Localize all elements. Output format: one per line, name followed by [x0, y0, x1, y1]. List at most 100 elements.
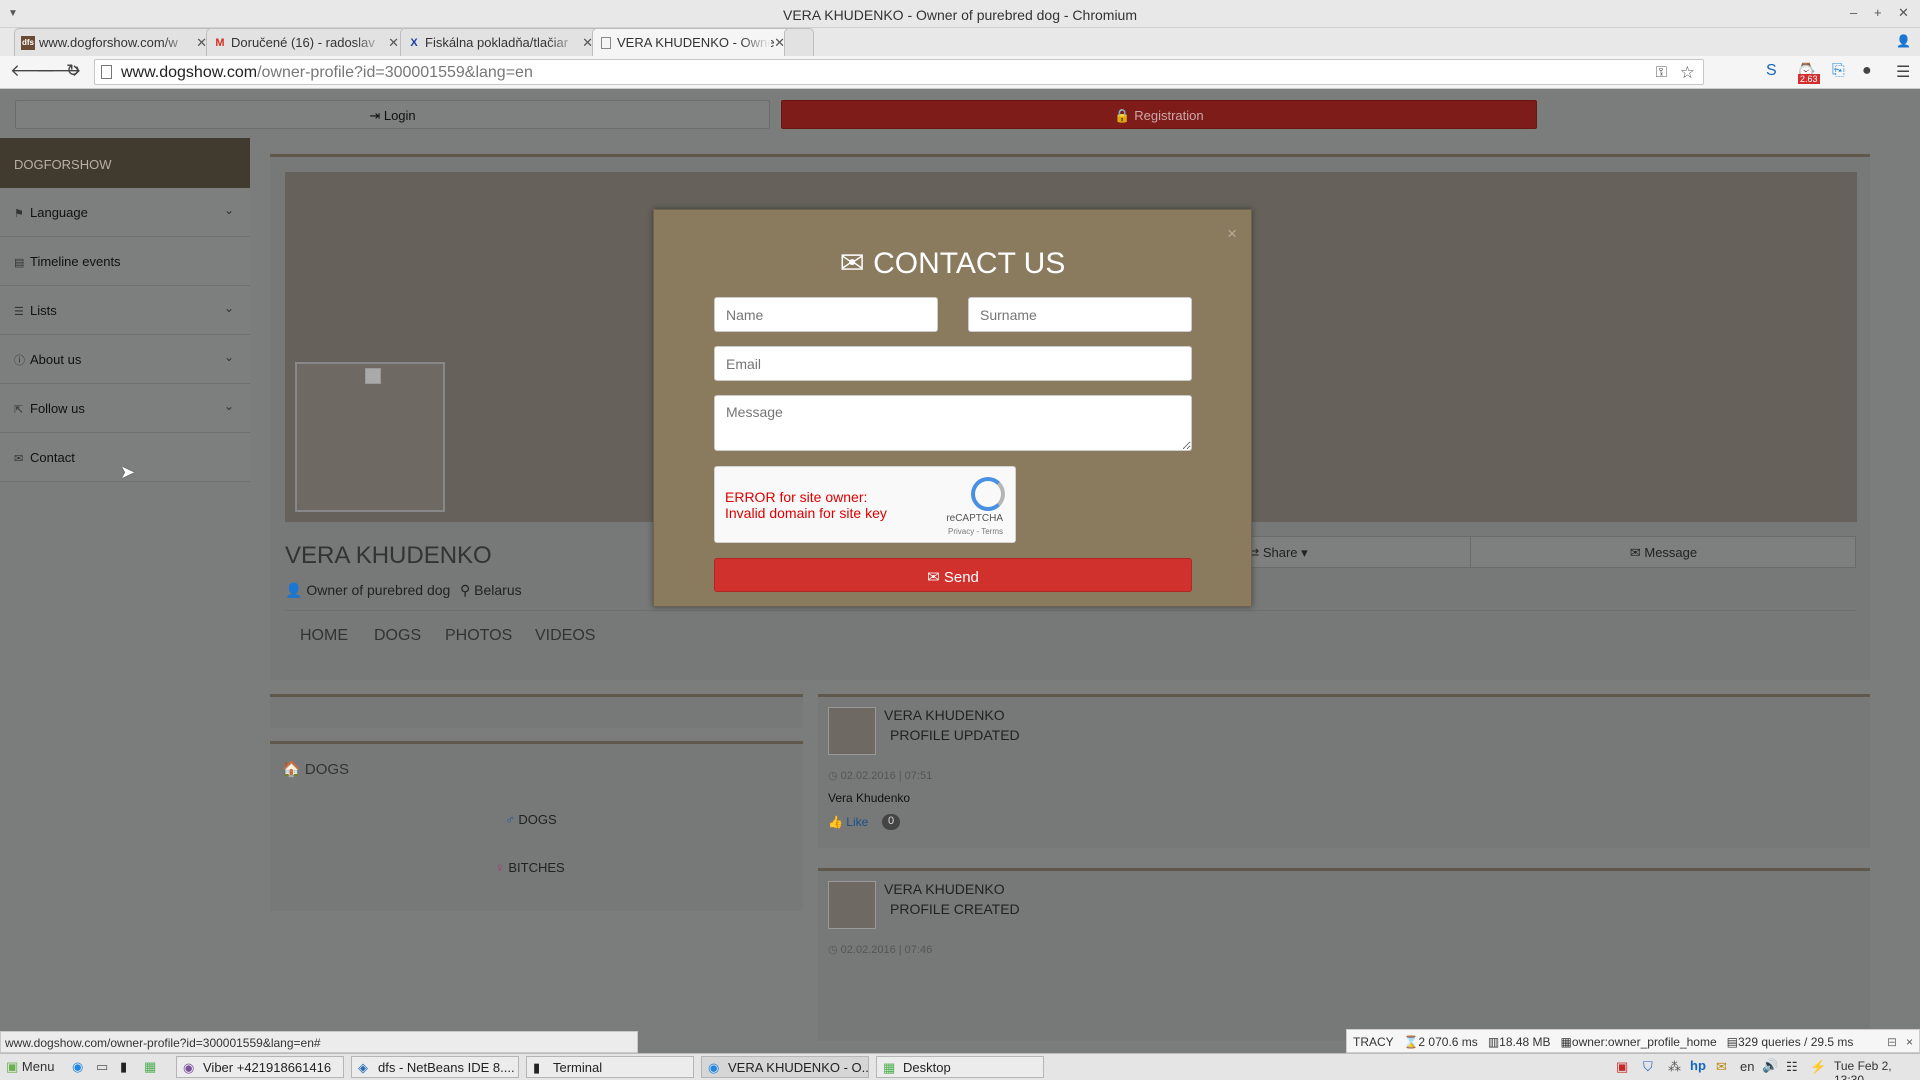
files-launcher-icon[interactable]: ▭: [96, 1059, 108, 1075]
role-text: Owner of purebred dog: [306, 582, 451, 598]
maximize-icon[interactable]: +: [1874, 5, 1882, 20]
tray-shield-icon[interactable]: ⛉: [1643, 1059, 1653, 1075]
tray-language[interactable]: en: [1740, 1059, 1754, 1074]
post-author[interactable]: VERA KHUDENKO: [884, 707, 1005, 723]
browser-menu-icon[interactable]: ☰: [1896, 62, 1910, 82]
close-window-icon[interactable]: ✕: [1898, 5, 1909, 21]
page-info-icon[interactable]: [101, 65, 112, 79]
post-date: ◷ 02.02.2016 | 07:51: [828, 769, 932, 782]
avatar[interactable]: [295, 362, 445, 512]
reload-icon[interactable]: ↻: [66, 61, 80, 81]
tray-mail-icon[interactable]: ✉: [1716, 1059, 1727, 1075]
sidebar-item-about[interactable]: ⓘ About us ⌄: [0, 335, 250, 384]
tracy-logo[interactable]: TRACY: [1353, 1035, 1393, 1049]
tracy-minimize-icon[interactable]: ⊟: [1887, 1035, 1897, 1049]
chevron-down-icon: ⌄: [223, 399, 234, 413]
registration-button[interactable]: 🔒 Registration: [781, 100, 1537, 129]
chevron-down-icon: ⌄: [223, 301, 234, 315]
desktop-icon: ▦: [883, 1060, 896, 1075]
browser-tab[interactable]: M Doručené (16) - radoslav ✕: [206, 28, 406, 56]
tab-label: Doručené (16) - radoslav: [231, 35, 375, 50]
tracy-close-icon[interactable]: ×: [1906, 1035, 1913, 1049]
new-tab-button[interactable]: [784, 28, 814, 56]
like-label: Like: [846, 815, 869, 829]
chevron-down-icon: ⌄: [223, 350, 234, 364]
send-button[interactable]: ✉ Send: [714, 558, 1192, 592]
tracy-route[interactable]: owner:owner_profile_home: [1572, 1035, 1717, 1049]
post-author[interactable]: VERA KHUDENKO: [884, 881, 1005, 897]
email-input[interactable]: [714, 346, 1192, 381]
message-textarea[interactable]: [714, 395, 1192, 451]
sidebar-item-label: Lists: [30, 303, 57, 318]
task-viber[interactable]: ◉ Viber +421918661416: [176, 1056, 344, 1078]
extension-tag-icon[interactable]: ⎘: [1832, 62, 1845, 80]
tab-close-icon[interactable]: ✕: [388, 35, 399, 51]
tray-update-icon[interactable]: ▣: [1616, 1059, 1628, 1075]
browser-launcher-icon[interactable]: ◉: [72, 1059, 83, 1075]
like-button[interactable]: 👍 Like: [828, 815, 868, 829]
post-avatar[interactable]: [828, 881, 876, 929]
extension-s-icon[interactable]: S: [1766, 62, 1777, 80]
bitches-link[interactable]: ♀ BITCHES: [495, 860, 565, 875]
lock-icon: 🔒: [1114, 108, 1135, 123]
task-label: Viber +421918661416: [203, 1060, 332, 1075]
minimize-icon[interactable]: –: [1850, 5, 1857, 20]
login-button[interactable]: ⇥ Login: [15, 100, 770, 129]
tab-videos[interactable]: VIDEOS: [535, 627, 595, 645]
tracy-time[interactable]: 2 070.6 ms: [1418, 1035, 1477, 1049]
address-bar[interactable]: www.dogshow.com/owner-profile?id=3000015…: [94, 59, 1704, 85]
surname-input[interactable]: [968, 297, 1192, 332]
message-button[interactable]: ✉ Message: [1471, 537, 1856, 567]
clock[interactable]: Tue Feb 2, 13:30: [1834, 1059, 1920, 1080]
tab-dogs[interactable]: DOGS: [374, 627, 421, 645]
task-netbeans[interactable]: ◈ dfs - NetBeans IDE 8....: [351, 1056, 519, 1078]
tray-hp-icon[interactable]: hp: [1690, 1058, 1706, 1073]
tab-photos[interactable]: PHOTOS: [445, 627, 512, 645]
owner-name: VERA KHUDENKO: [285, 542, 492, 569]
tracy-memory[interactable]: 18.48 MB: [1499, 1035, 1550, 1049]
sidebar-item-timeline[interactable]: ▤ Timeline events: [0, 237, 250, 286]
clock-icon: ◷: [828, 944, 841, 956]
browser-tab[interactable]: X Fiskálna pokladňa/tlačiar ✕: [400, 28, 600, 56]
desktop-launcher-icon[interactable]: ▦: [144, 1059, 156, 1075]
thumbs-up-icon: 👍: [828, 815, 847, 829]
task-chromium[interactable]: ◉ VERA KHUDENKO - O...: [701, 1056, 869, 1078]
recaptcha-logo-icon: [971, 477, 1005, 511]
tray-wifi-icon[interactable]: ☷: [1786, 1059, 1798, 1075]
tray-network-icon[interactable]: ⁂: [1668, 1059, 1681, 1075]
envelope-icon: ✉: [839, 247, 874, 280]
route-icon: ▦: [1560, 1035, 1572, 1049]
extension-badge: 2.63: [1798, 74, 1820, 84]
bookmark-star-icon[interactable]: ☆: [1680, 63, 1695, 83]
browser-tab[interactable]: dfs www.dogforshow.com/w ✕: [14, 28, 214, 56]
sidebar-item-language[interactable]: ⚑ Language ⌄: [0, 188, 250, 237]
post-text: Vera Khudenko: [828, 791, 911, 805]
name-input[interactable]: [714, 297, 938, 332]
user-icon[interactable]: 👤: [1896, 34, 1911, 48]
sidebar-item-label: Follow us: [30, 401, 85, 416]
tracy-queries[interactable]: 329 queries / 29.5 ms: [1738, 1035, 1853, 1049]
gmail-icon: M: [215, 37, 225, 49]
sidebar-item-follow[interactable]: ⇱ Follow us ⌄: [0, 384, 250, 433]
extension-circle-icon[interactable]: ●: [1862, 62, 1872, 80]
taskbar: ▣ Menu ◉ ▭ ▮ ▦ ◉ Viber +421918661416 ◈ dfs…: [0, 1053, 1920, 1080]
tab-label: www.dogforshow.com/w: [39, 35, 178, 50]
modal-close-icon[interactable]: ×: [1227, 224, 1237, 244]
recaptcha-terms[interactable]: Privacy - Terms: [948, 527, 1003, 536]
terminal-launcher-icon[interactable]: ▮: [120, 1059, 127, 1075]
tab-home[interactable]: HOME: [300, 627, 348, 645]
task-terminal[interactable]: ▮ Terminal: [526, 1056, 694, 1078]
message-label: Message: [1644, 545, 1698, 560]
recaptcha-widget[interactable]: ERROR for site owner: Invalid domain for …: [714, 466, 1016, 543]
tray-volume-icon[interactable]: 🔊: [1762, 1058, 1778, 1074]
key-icon[interactable]: ⚿: [1656, 64, 1667, 81]
task-desktop[interactable]: ▦ Desktop: [876, 1056, 1044, 1078]
bitches-link-label: BITCHES: [508, 860, 565, 875]
start-menu[interactable]: ▣ Menu: [6, 1059, 54, 1075]
sidebar-item-lists[interactable]: ☰ Lists ⌄: [0, 286, 250, 335]
dogs-link[interactable]: ♂ DOGS: [505, 812, 557, 827]
brand-logo[interactable]: DOGFORSHOW: [0, 138, 250, 188]
tray-power-icon[interactable]: ⚡: [1810, 1059, 1826, 1075]
post-avatar[interactable]: [828, 707, 876, 755]
browser-tab-active[interactable]: VERA KHUDENKO - Owne ✕: [592, 28, 792, 56]
